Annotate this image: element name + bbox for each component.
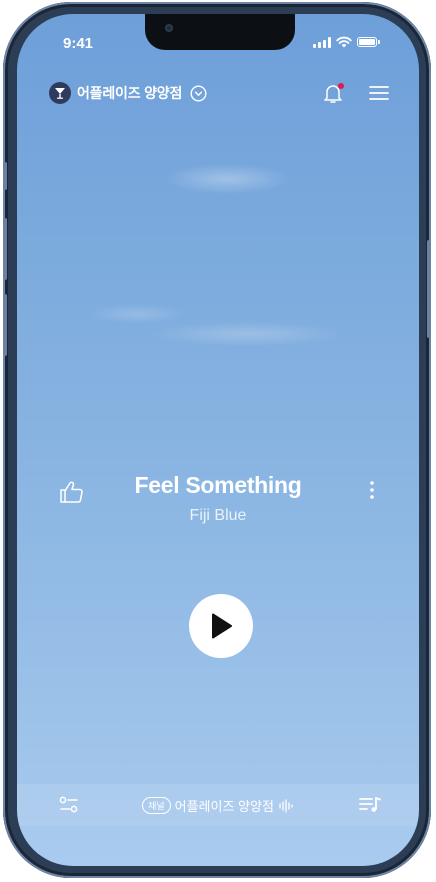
battery-icon [357,37,380,47]
sound-wave-icon [279,798,293,813]
channel-name: 어플레이즈 양양점 [174,799,274,814]
track-title: Feel Something [134,472,302,498]
phone-frame: 9:41 어플레이즈 양양점 Feel Something Fiji Blue … [3,2,431,878]
dynamic-island [145,14,295,50]
bottom-bar: 채널 어플레이즈 양양점 [17,784,419,826]
chevron-down-circle-icon[interactable] [190,84,207,102]
play-icon [212,613,232,639]
hamburger-menu-icon[interactable] [369,85,389,101]
playlist-icon[interactable] [359,796,381,818]
volume-down-button [3,294,7,356]
channel-badge: 채널 [142,797,171,814]
mute-switch [3,162,7,190]
app-screen: 9:41 어플레이즈 양양점 Feel Something Fiji Blue … [17,14,419,866]
bell-icon[interactable] [323,82,344,104]
cocktail-logo-icon[interactable] [49,82,71,104]
play-button[interactable] [189,594,253,658]
notification-dot [338,82,344,89]
home-indicator [150,853,286,858]
track-artist: Fiji Blue [189,507,247,524]
wifi-icon [336,36,352,48]
volume-up-button [3,218,7,280]
now-playing: Feel Something Fiji Blue [17,472,419,542]
store-name[interactable]: 어플레이즈 양양점 [77,83,182,103]
vertical-dots-icon[interactable] [369,480,375,504]
cellular-signal-icon [313,36,331,48]
header-actions [323,82,389,104]
header: 어플레이즈 양양점 [49,80,389,106]
power-button [427,240,431,338]
status-time: 9:41 [63,35,94,52]
status-icons [313,36,380,48]
front-camera [165,24,173,32]
